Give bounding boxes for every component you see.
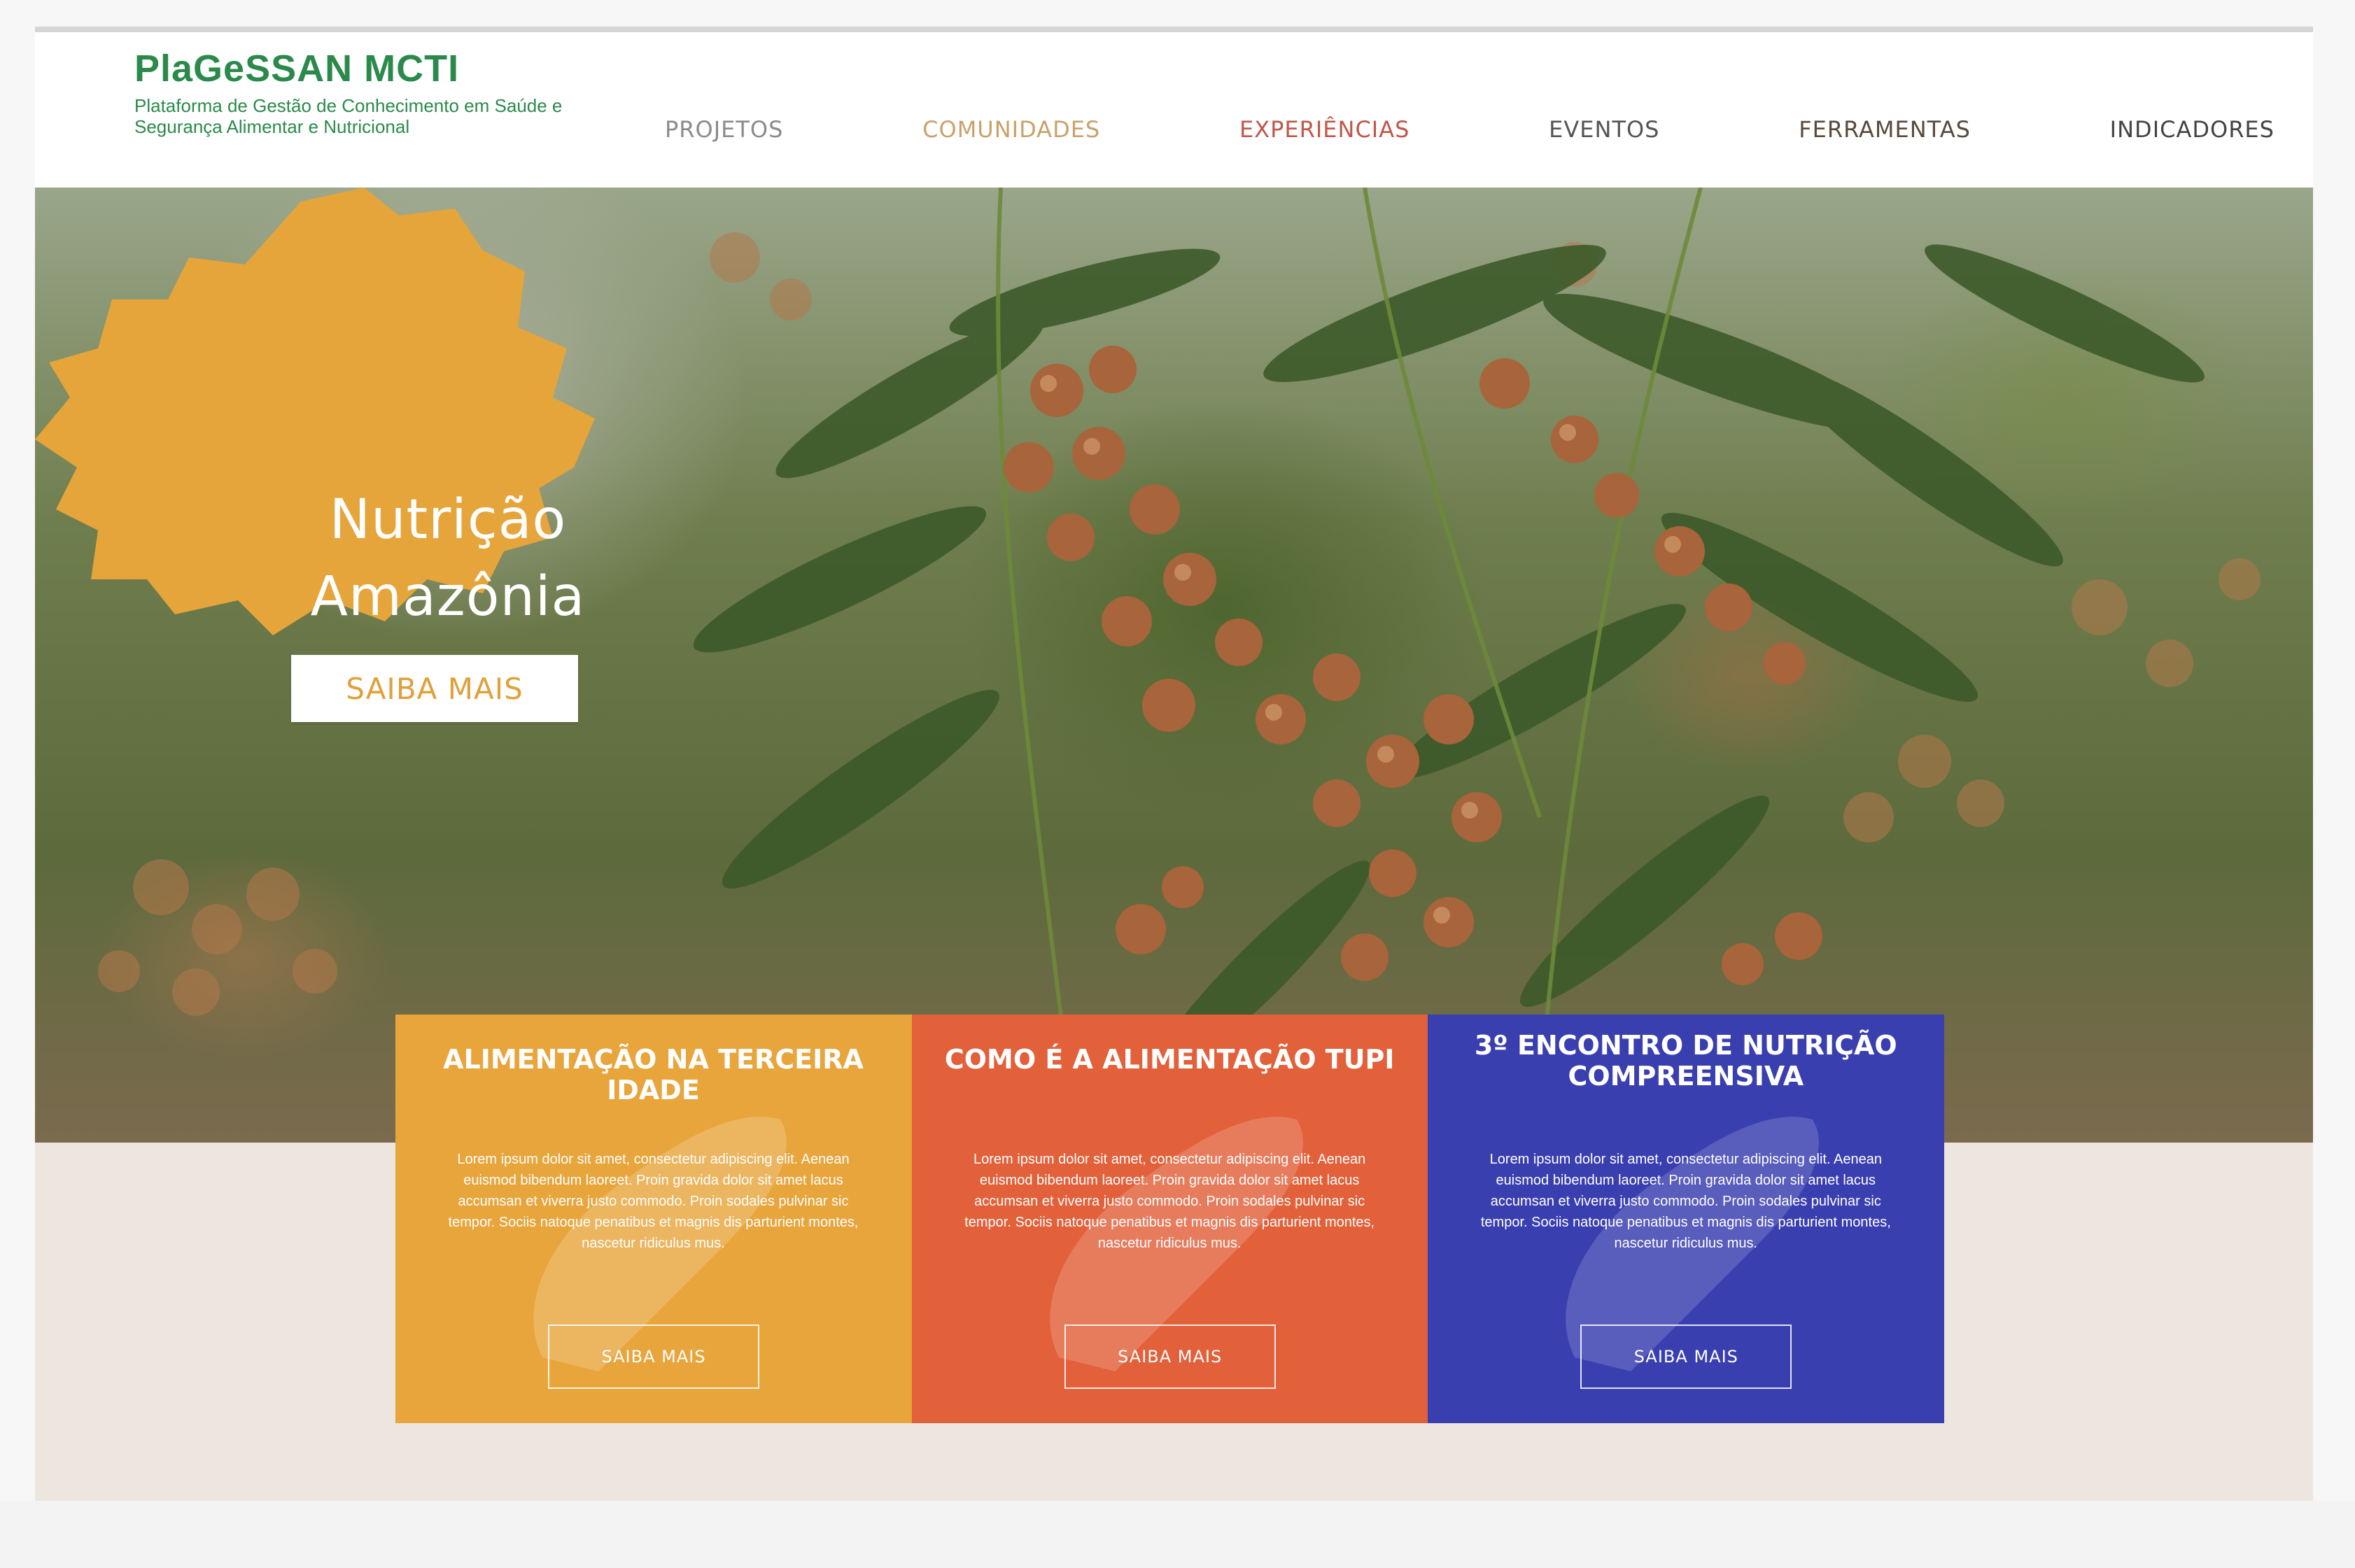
nav-item-ferramentas[interactable]: FERRAMENTAS (1799, 116, 1971, 143)
hero-banner: Nutrição Amazônia SAIBA MAIS (35, 188, 2313, 1143)
card-alimentacao-terceira-idade: ALIMENTAÇÃO NA TERCEIRA IDADE Lorem ipsu… (395, 1015, 912, 1423)
site-logo[interactable]: PlaGeSSAN MCTI Plataforma de Gestão de C… (134, 46, 582, 137)
logo-title: PlaGeSSAN MCTI (134, 48, 460, 90)
card-title: 3º ENCONTRO DE NUTRIÇÃO COMPREENSIVA (1474, 1030, 1897, 1092)
nav-item-projetos[interactable]: PROJETOS (665, 116, 783, 143)
hero-saiba-mais-button[interactable]: SAIBA MAIS (291, 655, 578, 722)
nav-item-experiencias[interactable]: EXPERIÊNCIAS (1239, 116, 1410, 143)
site-header: PlaGeSSAN MCTI Plataforma de Gestão de C… (35, 32, 2313, 188)
footer-strip (0, 1501, 2355, 1568)
hero-title-line1: Nutrição (329, 488, 567, 551)
card-body: Lorem ipsum dolor sit amet, consectetur … (1480, 1152, 1891, 1251)
card-alimentacao-tupi: COMO É A ALIMENTAÇÃO TUPI Lorem ipsum do… (911, 1015, 1428, 1423)
card-encontro-nutricao: 3º ENCONTRO DE NUTRIÇÃO COMPREENSIVA Lor… (1428, 1015, 1944, 1423)
nav-item-comunidades[interactable]: COMUNIDADES (922, 116, 1100, 143)
feature-cards: ALIMENTAÇÃO NA TERCEIRA IDADE Lorem ipsu… (395, 1015, 1944, 1423)
card-body: Lorem ipsum dolor sit amet, consectetur … (964, 1152, 1375, 1251)
card-title: COMO É A ALIMENTAÇÃO TUPI (944, 1044, 1395, 1075)
top-rule (35, 27, 2313, 32)
hero-title-line2: Amazônia (310, 565, 586, 628)
logo-subtitle: Plataforma de Gestão de Conhecimento em … (134, 95, 563, 137)
card-saiba-mais-button[interactable]: SAIBA MAIS (1064, 1325, 1276, 1389)
nav-item-indicadores[interactable]: INDICADORES (2110, 116, 2275, 143)
nav-item-eventos[interactable]: EVENTOS (1549, 116, 1659, 143)
hero-title: Nutrição Amazônia (231, 481, 665, 635)
card-body: Lorem ipsum dolor sit amet, consectetur … (448, 1152, 859, 1251)
card-title: ALIMENTAÇÃO NA TERCEIRA IDADE (443, 1044, 864, 1106)
main-nav: PROJETOS COMUNIDADES EXPERIÊNCIAS EVENTO… (665, 116, 2275, 143)
card-saiba-mais-button[interactable]: SAIBA MAIS (1580, 1325, 1792, 1389)
card-saiba-mais-button[interactable]: SAIBA MAIS (548, 1325, 759, 1389)
